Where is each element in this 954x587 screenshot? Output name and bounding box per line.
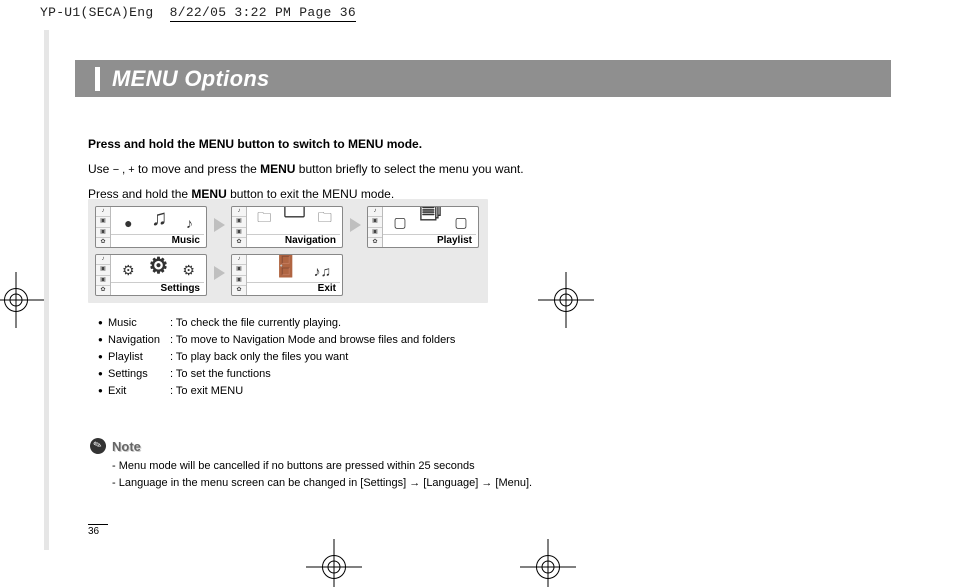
- menu-screens-diagram: ♪▣▣✿ ●♫♪ Music ♪▣▣✿ 🗀🗀🗀 Navigation ♪▣▣✿ …: [88, 199, 488, 303]
- music-icon: ●♫♪: [115, 209, 202, 231]
- note-label: Note: [112, 439, 141, 454]
- screens-row-1: ♪▣▣✿ ●♫♪ Music ♪▣▣✿ 🗀🗀🗀 Navigation ♪▣▣✿ …: [95, 206, 481, 248]
- folder-icon: 🗀🗀🗀: [251, 209, 338, 231]
- slug-file: YP-U1(SECA)Eng: [40, 5, 153, 20]
- intro-line-1: Press and hold the MENU button to switch…: [88, 136, 608, 152]
- playlist-icon: ▢🗐▢: [387, 209, 474, 231]
- screen-playlist-label: Playlist: [383, 234, 476, 246]
- list-item: Settings: To set the functions: [98, 366, 455, 383]
- screen-settings: ♪▣▣✿ ⚙⚙⚙ Settings: [95, 254, 207, 296]
- list-item: Navigation: To move to Navigation Mode a…: [98, 332, 455, 349]
- menu-item-list: Music: To check the file currently playi…: [98, 315, 455, 400]
- title-tick: [95, 67, 100, 91]
- gear-icon: ⚙⚙⚙: [115, 257, 202, 279]
- minus-plus-icon: − , +: [113, 163, 135, 178]
- screen-playlist: ♪▣▣✿ ▢🗐▢ Playlist: [367, 206, 479, 248]
- screen-exit-label: Exit: [247, 282, 340, 294]
- intro-line-2: Use − , + to move and press the MENU but…: [88, 161, 608, 177]
- registration-mark-icon: [538, 272, 594, 328]
- arrow-icon: [345, 218, 365, 237]
- print-slug: YP-U1(SECA)Eng 8/22/05 3:22 PM Page 36: [40, 5, 356, 20]
- note-line-1: - Menu mode will be cancelled if no butt…: [112, 458, 532, 475]
- title-bar: MENU Options: [75, 60, 891, 97]
- slug-timestamp: 8/22/05 3:22 PM Page 36: [170, 5, 356, 22]
- list-item: Playlist: To play back only the files yo…: [98, 349, 455, 366]
- list-item: Music: To check the file currently playi…: [98, 315, 455, 332]
- screen-exit: ♪▣▣✿ 🚪♪♫ Exit: [231, 254, 343, 296]
- list-item: Exit: To exit MENU: [98, 383, 455, 400]
- left-margin-bar: [44, 30, 49, 550]
- screen-navigation-label: Navigation: [247, 234, 340, 246]
- exit-icon: 🚪♪♫: [251, 257, 338, 279]
- arrow-icon: [209, 266, 229, 285]
- screen-music: ♪▣▣✿ ●♫♪ Music: [95, 206, 207, 248]
- note-block: ✎ Note - Menu mode will be cancelled if …: [90, 438, 532, 491]
- registration-mark-icon: [520, 539, 576, 587]
- page-title: MENU Options: [112, 66, 270, 92]
- note-line-2: - Language in the menu screen can be cha…: [112, 475, 532, 492]
- screen-navigation: ♪▣▣✿ 🗀🗀🗀 Navigation: [231, 206, 343, 248]
- pencil-icon: ✎: [88, 436, 109, 457]
- screens-row-2: ♪▣▣✿ ⚙⚙⚙ Settings ♪▣▣✿ 🚪♪♫ Exit: [95, 254, 481, 296]
- manual-page: YP-U1(SECA)Eng 8/22/05 3:22 PM Page 36 M…: [0, 0, 954, 587]
- page-number: 36: [88, 524, 108, 537]
- screen-settings-label: Settings: [111, 282, 204, 294]
- registration-mark-icon: [306, 539, 362, 587]
- screen-music-label: Music: [111, 234, 204, 246]
- registration-mark-icon: [0, 272, 44, 328]
- arrow-icon: [209, 218, 229, 237]
